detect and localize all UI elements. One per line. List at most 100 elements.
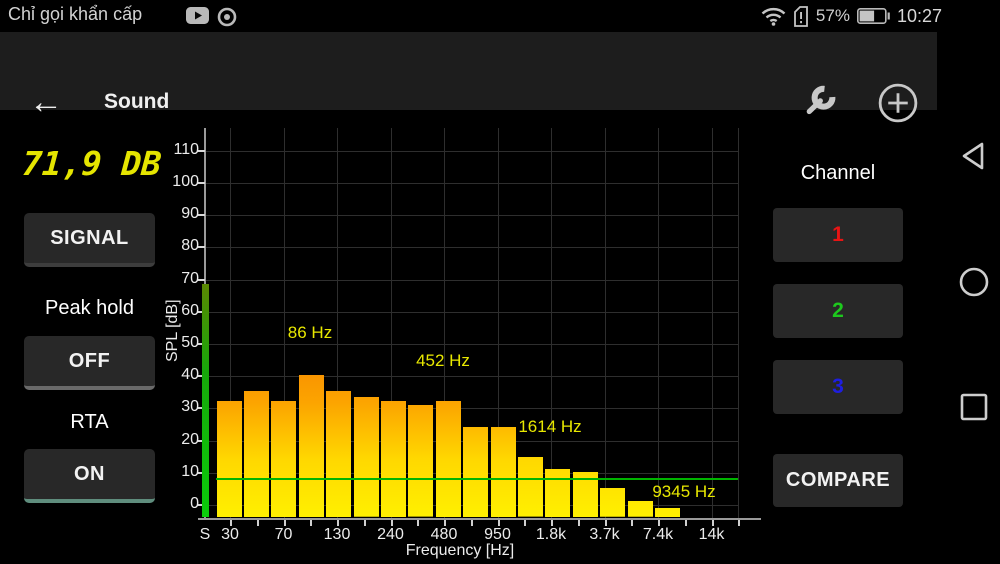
status-time: 10:27 (897, 6, 942, 27)
y-axis-tick (197, 472, 205, 474)
rta-bar (628, 501, 653, 517)
y-tick-label: 10 (157, 463, 199, 481)
x-axis-tick (605, 520, 607, 526)
x-axis-tick (685, 520, 687, 526)
recents-square-icon[interactable] (948, 381, 1000, 433)
rta-bar (655, 508, 680, 517)
rta-bar (408, 405, 433, 517)
x-tick-label: 14k (699, 526, 725, 544)
channel-label: Channel (773, 162, 903, 185)
peak-hold-label: Peak hold (24, 297, 155, 320)
x-axis-line (198, 518, 761, 520)
gridline-horizontal (205, 183, 738, 184)
signal-button[interactable]: SIGNAL (24, 213, 155, 267)
x-axis-tick (658, 520, 660, 526)
gridline-horizontal (205, 151, 738, 152)
y-axis-tick (197, 343, 205, 345)
db-level-display: 71,9 DB (20, 144, 163, 190)
y-axis-line (204, 128, 206, 519)
rta-bar (217, 401, 242, 518)
x-axis-tick (524, 520, 526, 526)
x-axis-tick (230, 520, 232, 526)
gridline-horizontal (205, 408, 738, 409)
y-axis-tick (197, 150, 205, 152)
rta-bar (545, 469, 570, 517)
y-axis-tick (197, 214, 205, 216)
x-axis-tick (284, 520, 286, 526)
rta-bar (600, 488, 625, 517)
recents-square-icon (957, 390, 991, 424)
gridline-vertical (337, 128, 338, 518)
rta-bar (326, 391, 351, 517)
gridline-horizontal (205, 280, 738, 281)
app-header: ← Sound (0, 32, 937, 110)
add-circle-icon[interactable] (872, 78, 924, 128)
status-bar: Chỉ gọi khẩn cấp 57% 10:27 (0, 0, 1000, 31)
channel-1-button[interactable]: 1 (773, 208, 903, 262)
compare-button[interactable]: COMPARE (773, 454, 903, 507)
gridline-vertical (605, 128, 606, 518)
x-axis-tick (712, 520, 714, 526)
channel-2-button[interactable]: 2 (773, 284, 903, 338)
nav-back-button[interactable] (948, 130, 1000, 182)
rta-bar (463, 427, 488, 518)
x-tick-label: 7.4k (643, 526, 673, 544)
x-tick-label: 3.7k (589, 526, 619, 544)
x-axis-tick (551, 520, 553, 526)
screen-record-icon (217, 7, 237, 27)
y-axis-tick (197, 246, 205, 248)
rta-bar (491, 427, 516, 518)
rta-bar (436, 401, 461, 518)
y-tick-label: 70 (157, 270, 199, 288)
wrench-icon[interactable] (794, 78, 846, 128)
rta-bar (381, 401, 406, 518)
gridline-horizontal (205, 344, 738, 345)
page-title: Sound (104, 90, 169, 114)
x-axis-tick (337, 520, 339, 526)
back-triangle-icon (957, 139, 991, 173)
x-axis-tick (391, 520, 393, 526)
gridline-horizontal (205, 441, 738, 442)
x-axis-tick (257, 520, 259, 526)
home-circle-icon (957, 265, 991, 299)
y-tick-label: 40 (157, 366, 199, 384)
y-axis-tick (197, 504, 205, 506)
nav-home-button[interactable] (948, 256, 1000, 308)
x-axis-title: Frequency [Hz] (340, 542, 580, 560)
rta-bar (244, 391, 269, 517)
x-axis-tick (578, 520, 580, 526)
peak-frequency-label: 1614 Hz (518, 417, 581, 437)
y-tick-label: 0 (157, 495, 199, 513)
battery-icon (857, 8, 890, 24)
sim-alert-icon (793, 6, 809, 27)
x-axis-tick (471, 520, 473, 526)
back-arrow-icon[interactable]: ← (24, 82, 68, 126)
rta-toggle-button[interactable]: ON (24, 449, 155, 503)
status-icons-group: 57% 10:27 (761, 4, 942, 28)
y-tick-label: 90 (157, 205, 199, 223)
y-axis-tick (197, 182, 205, 184)
min-level-line (216, 478, 738, 480)
x-axis-tick (417, 520, 419, 526)
y-axis-tick (197, 407, 205, 409)
battery-percent: 57% (816, 6, 850, 26)
y-tick-label: 30 (157, 398, 199, 416)
peak-hold-toggle-button[interactable]: OFF (24, 336, 155, 390)
y-tick-label: 80 (157, 237, 199, 255)
gridline-vertical (658, 128, 659, 518)
y-axis-title: SPL [dB] (164, 316, 182, 362)
y-tick-label: 20 (157, 431, 199, 449)
channel-3-button[interactable]: 3 (773, 360, 903, 414)
signal-level-bar (202, 284, 209, 518)
y-axis-tick (197, 311, 205, 313)
gridline-vertical (551, 128, 552, 518)
y-axis-tick (197, 440, 205, 442)
x-axis-tick (498, 520, 500, 526)
x-axis-tick (738, 520, 740, 526)
wifi-icon (761, 7, 786, 26)
rta-bar (518, 457, 543, 517)
x-tick-label: S (200, 526, 211, 544)
rta-bar (299, 375, 324, 518)
y-axis-tick (197, 279, 205, 281)
x-axis-tick (364, 520, 366, 526)
